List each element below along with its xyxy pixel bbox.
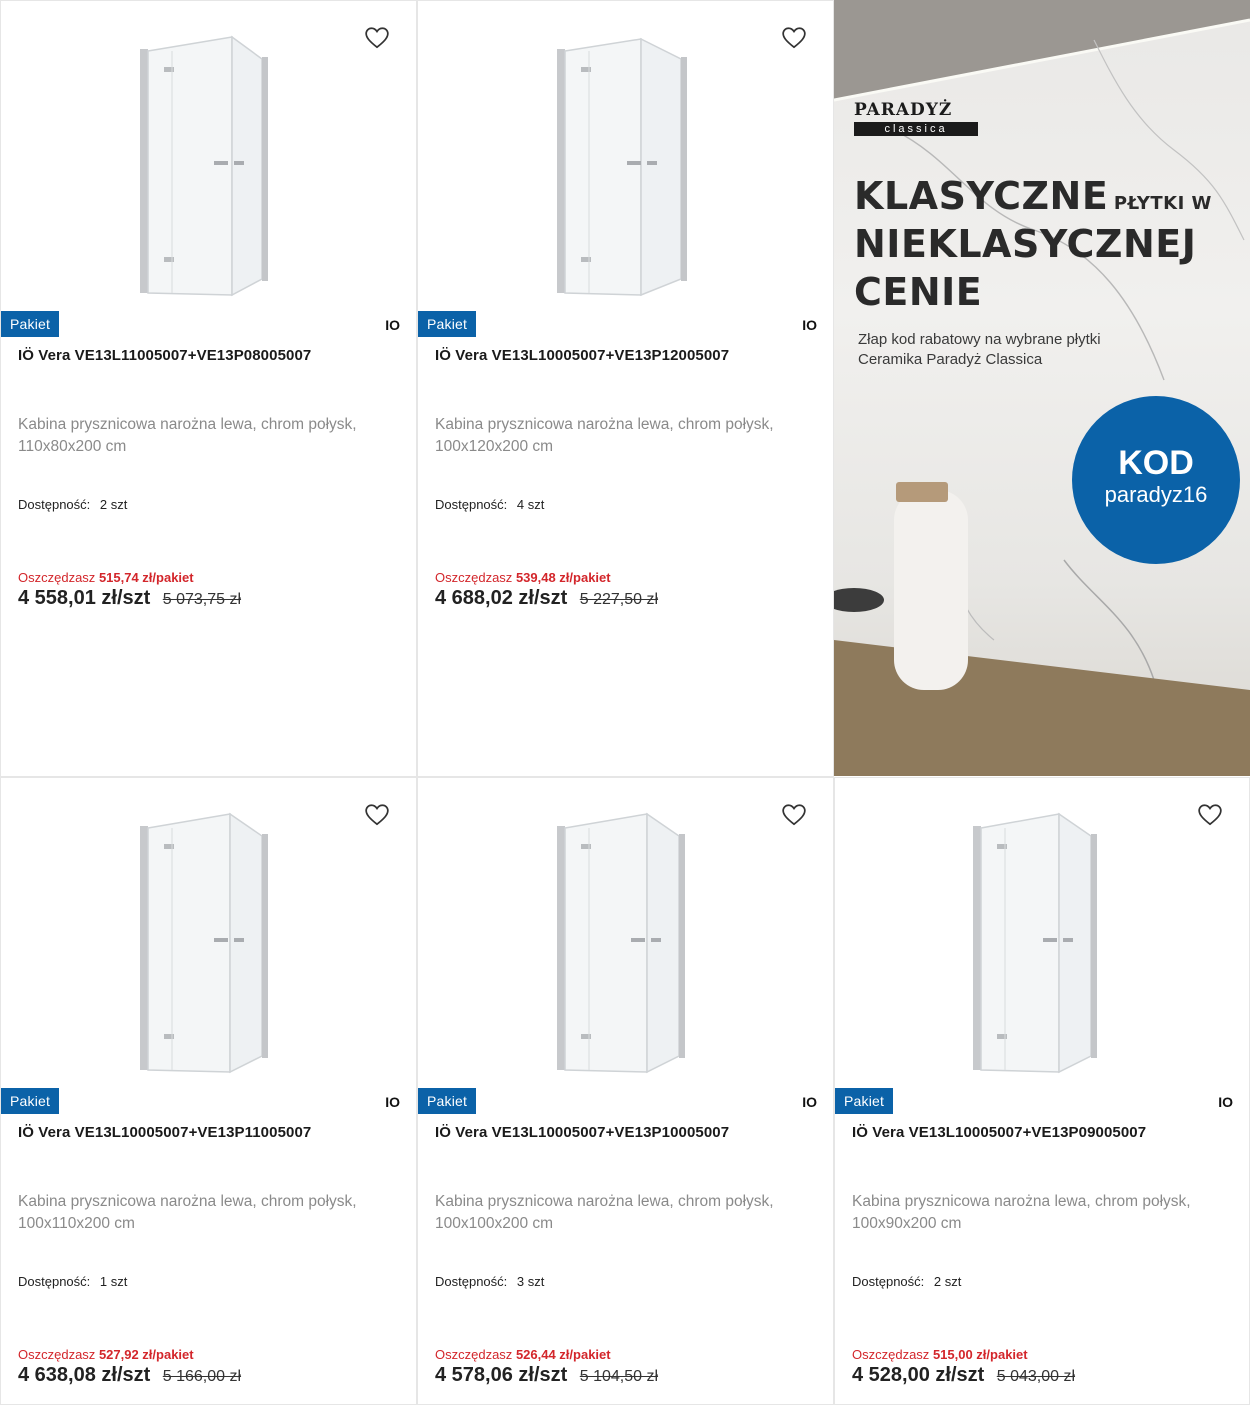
discount-code-badge[interactable]: KOD paradyz16	[1072, 396, 1240, 564]
savings-value: 526,44 zł/pakiet	[515, 1347, 611, 1362]
availability-label: Dostępność:	[852, 1274, 925, 1289]
price-row: 4 688,02 zł/szt 5 227,50 zł	[435, 587, 658, 610]
heart-icon[interactable]	[1197, 802, 1223, 828]
product-description: Kabina prysznicowa narożna lewa, chrom p…	[18, 1193, 357, 1232]
savings: Oszczędzasz 526,44 zł/pakiet	[435, 1347, 611, 1362]
brand-label: IO	[1218, 1094, 1233, 1110]
availability-value: 2 szt	[99, 497, 128, 512]
product-title[interactable]: IÖ Vera VE13L10005007+VE13P11005007	[18, 1124, 406, 1141]
product-title[interactable]: IÖ Vera VE13L10005007+VE13P10005007	[435, 1124, 823, 1141]
availability: Dostępność: 2 szt	[852, 1274, 961, 1289]
savings-value: 527,92 zł/pakiet	[98, 1347, 194, 1362]
savings-value: 515,00 zł/pakiet	[932, 1347, 1028, 1362]
savings: Oszczędzasz 539,48 zł/pakiet	[435, 570, 611, 585]
product-card[interactable]: Pakiet IO IÖ Vera VE13L10005007+VE13P110…	[0, 777, 417, 1405]
savings-label: Oszczędzasz	[435, 570, 513, 585]
old-price: 5 043,00 zł	[996, 1368, 1076, 1385]
current-price: 4 528,00 zł/szt	[852, 1364, 985, 1386]
heart-icon[interactable]	[364, 802, 390, 828]
savings: Oszczędzasz 515,74 zł/pakiet	[18, 570, 194, 585]
availability-label: Dostępność:	[435, 497, 508, 512]
heart-icon[interactable]	[781, 802, 807, 828]
availability-value: 3 szt	[516, 1274, 545, 1289]
code-value: paradyz16	[1104, 482, 1208, 507]
product-image[interactable]	[835, 778, 1249, 1088]
paradyz-logo: PARADYŻ classica	[854, 100, 978, 136]
product-title[interactable]: IÖ Vera VE13L10005007+VE13P09005007	[852, 1124, 1239, 1141]
promo-headline: KLASYCZNE PŁYTKI W NIEKLASYCZNEJ CENIE	[854, 174, 1212, 314]
product-title[interactable]: IÖ Vera VE13L11005007+VE13P08005007	[18, 347, 406, 364]
shower-cabin-image	[556, 37, 687, 297]
product-card[interactable]: Pakiet IO IÖ Vera VE13L11005007+VE13P080…	[0, 0, 417, 777]
shower-cabin-image	[556, 812, 685, 1074]
product-description: Kabina prysznicowa narożna lewa, chrom p…	[435, 416, 774, 455]
availability-value: 2 szt	[933, 1274, 962, 1289]
package-badge: Pakiet	[1, 311, 60, 337]
savings-label: Oszczędzasz	[435, 1347, 513, 1362]
availability-value: 1 szt	[99, 1274, 128, 1289]
brand-label: IO	[385, 317, 400, 333]
package-badge: Pakiet	[418, 311, 477, 337]
brand-label: IO	[802, 1094, 817, 1110]
old-price: 5 227,50 zł	[579, 591, 659, 608]
product-description: Kabina prysznicowa narożna lewa, chrom p…	[435, 1193, 774, 1232]
product-card[interactable]: Pakiet IO IÖ Vera VE13L10005007+VE13P090…	[834, 777, 1250, 1405]
availability: Dostępność: 2 szt	[18, 497, 127, 512]
savings-value: 515,74 zł/pakiet	[98, 570, 194, 585]
price-row: 4 558,01 zł/szt 5 073,75 zł	[18, 587, 241, 610]
availability-label: Dostępność:	[18, 497, 91, 512]
savings-label: Oszczędzasz	[852, 1347, 930, 1362]
current-price: 4 638,08 zł/szt	[18, 1364, 151, 1386]
old-price: 5 104,50 zł	[579, 1368, 659, 1385]
availability: Dostępność: 3 szt	[435, 1274, 544, 1289]
savings: Oszczędzasz 515,00 zł/pakiet	[852, 1347, 1028, 1362]
product-card[interactable]: Pakiet IO IÖ Vera VE13L10005007+VE13P100…	[417, 777, 834, 1405]
heart-icon[interactable]	[781, 25, 807, 51]
product-image[interactable]	[1, 1, 416, 311]
price-row: 4 578,06 zł/szt 5 104,50 zł	[435, 1364, 658, 1387]
savings-label: Oszczędzasz	[18, 1347, 96, 1362]
product-description: Kabina prysznicowa narożna lewa, chrom p…	[852, 1193, 1191, 1232]
availability: Dostępność: 4 szt	[435, 497, 544, 512]
savings-label: Oszczędzasz	[18, 570, 96, 585]
promo-banner[interactable]: PARADYŻ classica KLASYCZNE PŁYTKI W NIEK…	[834, 0, 1250, 776]
promo-subtext: Złap kod rabatowy na wybrane płytki Cera…	[858, 331, 1101, 368]
current-price: 4 688,02 zł/szt	[435, 587, 568, 609]
shower-cabin-image	[973, 812, 1097, 1074]
shower-cabin-image	[139, 35, 268, 297]
product-card[interactable]: Pakiet IO IÖ Vera VE13L10005007+VE13P120…	[417, 0, 834, 777]
brand-label: IO	[802, 317, 817, 333]
heart-icon[interactable]	[364, 25, 390, 51]
price-row: 4 528,00 zł/szt 5 043,00 zł	[852, 1364, 1075, 1387]
availability-value: 4 szt	[516, 497, 545, 512]
savings-value: 539,48 zł/pakiet	[515, 570, 611, 585]
shower-cabin-image	[139, 812, 268, 1074]
package-badge: Pakiet	[835, 1088, 894, 1114]
product-image[interactable]	[1, 778, 416, 1088]
package-badge: Pakiet	[418, 1088, 477, 1114]
current-price: 4 578,06 zł/szt	[435, 1364, 568, 1386]
brand-label: IO	[385, 1094, 400, 1110]
availability: Dostępność: 1 szt	[18, 1274, 127, 1289]
product-image[interactable]	[418, 1, 833, 311]
product-image[interactable]	[418, 778, 833, 1088]
code-label: KOD	[1118, 444, 1194, 482]
price-row: 4 638,08 zł/szt 5 166,00 zł	[18, 1364, 241, 1387]
old-price: 5 166,00 zł	[162, 1368, 242, 1385]
availability-label: Dostępność:	[18, 1274, 91, 1289]
availability-label: Dostępność:	[435, 1274, 508, 1289]
product-description: Kabina prysznicowa narożna lewa, chrom p…	[18, 416, 357, 455]
product-title[interactable]: IÖ Vera VE13L10005007+VE13P12005007	[435, 347, 823, 364]
current-price: 4 558,01 zł/szt	[18, 587, 151, 609]
savings: Oszczędzasz 527,92 zł/pakiet	[18, 1347, 194, 1362]
old-price: 5 073,75 zł	[162, 591, 242, 608]
package-badge: Pakiet	[1, 1088, 60, 1114]
